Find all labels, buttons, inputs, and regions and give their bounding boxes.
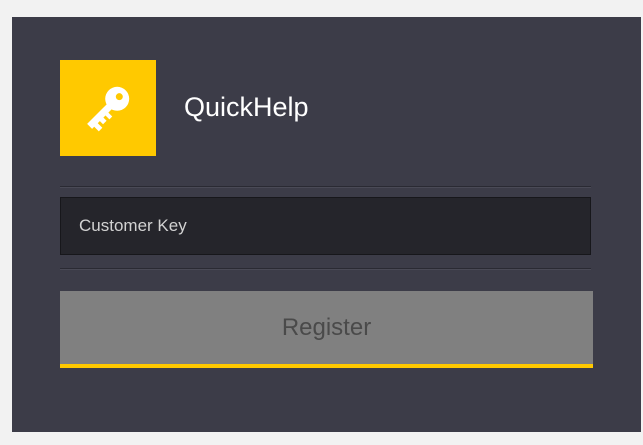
- app-title: QuickHelp: [184, 92, 309, 122]
- divider-bottom: [60, 268, 591, 270]
- app-header: QuickHelp: [60, 60, 592, 156]
- customer-key-input[interactable]: [60, 197, 591, 255]
- divider-top: [60, 186, 591, 188]
- app-logo: [60, 60, 156, 156]
- key-icon: [87, 86, 130, 132]
- quickhelp-window: QuickHelp Register: [12, 17, 641, 432]
- register-button[interactable]: Register: [60, 291, 593, 368]
